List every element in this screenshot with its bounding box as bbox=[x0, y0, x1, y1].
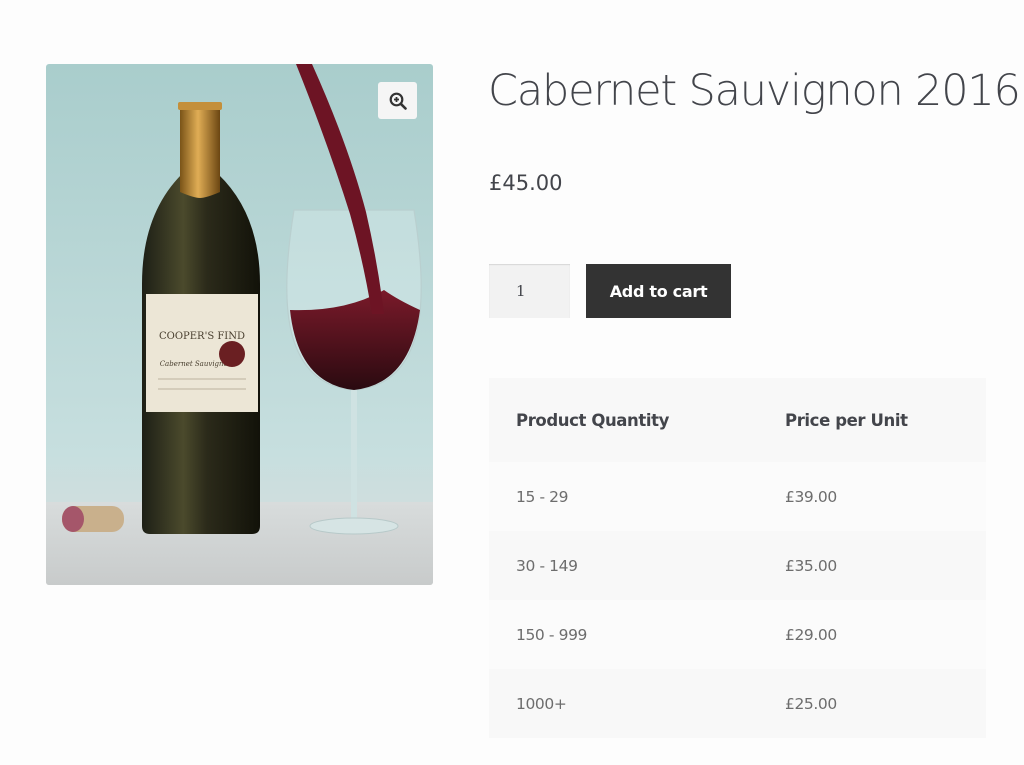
table-header-row: Product Quantity Price per Unit bbox=[489, 378, 986, 462]
product-price: £45.00 bbox=[489, 171, 563, 195]
zoom-in-icon bbox=[389, 92, 407, 110]
tier-pricing-table: Product Quantity Price per Unit 15 - 29 … bbox=[489, 378, 986, 738]
unit-price: £35.00 bbox=[758, 531, 986, 600]
table-row: 30 - 149 £35.00 bbox=[489, 531, 986, 600]
quantity-input[interactable] bbox=[489, 264, 570, 318]
quantity-range: 15 - 29 bbox=[489, 462, 758, 531]
unit-price: £25.00 bbox=[758, 669, 986, 738]
quantity-range: 1000+ bbox=[489, 669, 758, 738]
wine-bottle-and-glass-photo: COOPER'S FIND Cabernet Sauvignon bbox=[46, 64, 433, 585]
quantity-range: 150 - 999 bbox=[489, 600, 758, 669]
unit-price: £39.00 bbox=[758, 462, 986, 531]
table-row: 15 - 29 £39.00 bbox=[489, 462, 986, 531]
unit-price: £29.00 bbox=[758, 600, 986, 669]
table-row: 150 - 999 £29.00 bbox=[489, 600, 986, 669]
bottle-label-brand: COOPER'S FIND bbox=[159, 331, 245, 342]
column-header-price: Price per Unit bbox=[758, 378, 986, 462]
add-to-cart-button[interactable]: Add to cart bbox=[586, 264, 731, 318]
product-title: Cabernet Sauvignon 2016 bbox=[488, 66, 1021, 116]
column-header-quantity: Product Quantity bbox=[489, 378, 758, 462]
table-row: 1000+ £25.00 bbox=[489, 669, 986, 738]
product-image[interactable]: COOPER'S FIND Cabernet Sauvignon bbox=[46, 64, 433, 585]
quantity-range: 30 - 149 bbox=[489, 531, 758, 600]
zoom-button[interactable] bbox=[378, 82, 417, 119]
